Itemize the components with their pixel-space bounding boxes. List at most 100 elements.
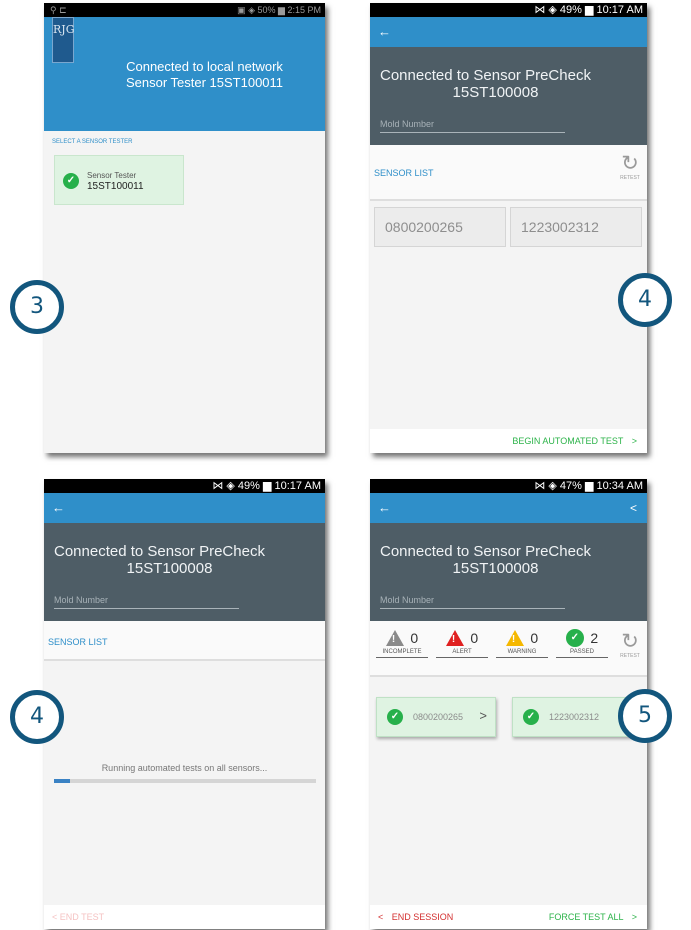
status-bar: ⋈ ◈ 49% ▆ 10:17 AM <box>370 3 647 17</box>
back-arrow-icon[interactable]: ← <box>52 500 65 515</box>
alert-label: ALERT <box>436 649 488 658</box>
progress-fill <box>54 779 70 783</box>
result-summary: ! 0 INCOMPLETE ! 0 ALERT ! 0 WARNING ✓ 2… <box>370 621 647 677</box>
tester-label: Sensor Tester <box>87 171 137 180</box>
stat-alert[interactable]: ! 0 ALERT <box>436 629 488 658</box>
retest-button[interactable]: ↻ RETEST <box>617 630 643 660</box>
end-test-button[interactable]: < END TEST <box>52 905 104 929</box>
alert-count: 0 <box>470 629 479 646</box>
connection-text: Connected to Sensor PreCheck 15ST100008 <box>380 67 591 101</box>
step-badge: 5 <box>618 689 672 743</box>
sensor-list-bar: SENSOR LIST <box>44 621 325 661</box>
status-right: ▣ ◈ 50% ▆ 2:15 PM <box>237 5 321 15</box>
passed-label: PASSED <box>556 649 608 659</box>
retest-button[interactable]: ↻ RETEST <box>617 152 643 182</box>
bottom-action-bar: < END SESSION FORCE TEST ALL > <box>370 905 647 929</box>
mold-number-input[interactable]: Mold Number <box>380 119 565 133</box>
connection-text: Connected to Sensor PreCheck 15ST100008 <box>54 543 265 577</box>
connected-label: Connected to Sensor PreCheck <box>380 67 591 84</box>
tester-id: 15ST100011 <box>87 181 144 192</box>
step-badge: 4 <box>618 273 672 327</box>
network-title: Connected to local network <box>126 59 283 74</box>
screen-sensor-list: ⋈ ◈ 49% ▆ 10:17 AM ← Connected to Sensor… <box>370 3 647 453</box>
connection-header: Connected to Sensor PreCheck 15ST100008 … <box>44 523 325 621</box>
check-circle-icon: ✓ <box>523 709 539 725</box>
force-test-all-button[interactable]: FORCE TEST ALL > <box>549 905 637 929</box>
stat-passed[interactable]: ✓ 2 PASSED <box>556 629 608 659</box>
chevron-left-icon: < <box>378 912 384 922</box>
bottom-action-bar: < END TEST <box>44 905 325 929</box>
device-id: 15ST100008 <box>452 84 539 101</box>
stat-incomplete[interactable]: ! 0 INCOMPLETE <box>376 629 428 658</box>
end-session-button[interactable]: < END SESSION <box>378 905 453 929</box>
sensor-list-label: SENSOR LIST <box>374 168 434 178</box>
rjg-logo: RJG <box>52 17 74 63</box>
status-bar: ⋈ ◈ 47% ▆ 10:34 AM <box>370 479 647 493</box>
status-right: ⋈ ◈ 47% ▆ 10:34 AM <box>534 480 643 492</box>
incomplete-count: 0 <box>410 629 419 646</box>
refresh-icon: ↻ <box>621 152 639 175</box>
progress-bar <box>54 779 316 783</box>
sensor-result-tile[interactable]: ✓ 0800200265 > <box>376 697 496 737</box>
app-bar: ← <box>370 17 647 47</box>
warning-triangle-icon: ! <box>385 629 404 646</box>
chevron-right-icon: > <box>631 912 637 922</box>
status-bar: ⚲ ⊏ ▣ ◈ 50% ▆ 2:15 PM <box>44 3 325 17</box>
sensor-tile[interactable]: 0800200265 <box>374 207 506 247</box>
status-right: ⋈ ◈ 49% ▆ 10:17 AM <box>212 480 321 492</box>
begin-automated-test-button[interactable]: BEGIN AUTOMATED TEST > <box>512 429 637 453</box>
passed-count: 2 <box>590 630 599 646</box>
connection-text: Connected to Sensor PreCheck 15ST100008 <box>380 543 591 577</box>
end-session-label: END SESSION <box>391 912 454 922</box>
connection-header: Connected to Sensor PreCheck 15ST100008 … <box>370 47 647 145</box>
warning-triangle-icon: ! <box>505 629 524 646</box>
retest-label: RETEST <box>620 175 640 181</box>
retest-label: RETEST <box>620 653 640 659</box>
warning-label: WARNING <box>496 649 548 658</box>
chevron-right-icon: > <box>631 436 637 446</box>
app-bar: ← <box>44 493 325 523</box>
screen-select-tester: ⚲ ⊏ ▣ ◈ 50% ▆ 2:15 PM RJG Connected to l… <box>44 3 325 453</box>
sensor-tile[interactable]: 1223002312 <box>510 207 642 247</box>
share-icon[interactable]: < <box>630 493 637 523</box>
incomplete-label: INCOMPLETE <box>376 649 428 658</box>
step-badge: 3 <box>10 280 64 334</box>
step-badge: 4 <box>10 690 64 744</box>
select-tester-label: SELECT A SENSOR TESTER <box>52 139 133 145</box>
connected-label: Connected to Sensor PreCheck <box>54 543 265 560</box>
device-id: 15ST100008 <box>452 560 539 577</box>
chevron-right-icon: > <box>479 708 487 723</box>
sensor-serial: 0800200265 <box>413 712 464 722</box>
device-id: 15ST100008 <box>126 560 213 577</box>
mold-number-input[interactable]: Mold Number <box>54 595 239 609</box>
force-test-all-label: FORCE TEST ALL <box>548 912 624 922</box>
check-circle-icon: ✓ <box>63 173 79 189</box>
connection-header: Connected to Sensor PreCheck 15ST100008 … <box>370 523 647 621</box>
sensor-list-label: SENSOR LIST <box>48 637 108 647</box>
mold-number-input[interactable]: Mold Number <box>380 595 565 609</box>
connected-label: Connected to Sensor PreCheck <box>380 543 591 560</box>
network-header: RJG Connected to local network Sensor Te… <box>44 17 325 131</box>
refresh-icon: ↻ <box>621 630 639 653</box>
status-right: ⋈ ◈ 49% ▆ 10:17 AM <box>534 4 643 16</box>
sensor-serial: 1223002312 <box>549 712 600 722</box>
sensor-tester-card[interactable]: ✓ Sensor Tester 15ST100011 <box>54 155 184 205</box>
back-arrow-icon[interactable]: ← <box>378 24 391 39</box>
stat-warning[interactable]: ! 0 WARNING <box>496 629 548 658</box>
network-subtitle: Sensor Tester 15ST100011 <box>125 75 284 90</box>
status-left-icons: ⚲ ⊏ <box>50 5 67 15</box>
app-bar: ← < <box>370 493 647 523</box>
sensor-result-tile[interactable]: ✓ 1223002312 <box>512 697 632 737</box>
check-circle-icon: ✓ <box>387 709 403 725</box>
screen-results: ⋈ ◈ 47% ▆ 10:34 AM ← < Connected to Sens… <box>370 479 647 929</box>
alert-triangle-icon: ! <box>445 629 464 646</box>
back-arrow-icon[interactable]: ← <box>378 500 391 515</box>
begin-automated-test-label: BEGIN AUTOMATED TEST <box>512 436 624 446</box>
bottom-action-bar: BEGIN AUTOMATED TEST > <box>370 429 647 453</box>
progress-text: Running automated tests on all sensors..… <box>101 763 268 773</box>
status-bar: ⋈ ◈ 49% ▆ 10:17 AM <box>44 479 325 493</box>
sensor-list-bar: SENSOR LIST ↻ RETEST <box>370 145 647 201</box>
screen-running-tests: ⋈ ◈ 49% ▆ 10:17 AM ← Connected to Sensor… <box>44 479 325 929</box>
warning-count: 0 <box>530 629 539 646</box>
check-circle-icon: ✓ <box>565 629 584 647</box>
